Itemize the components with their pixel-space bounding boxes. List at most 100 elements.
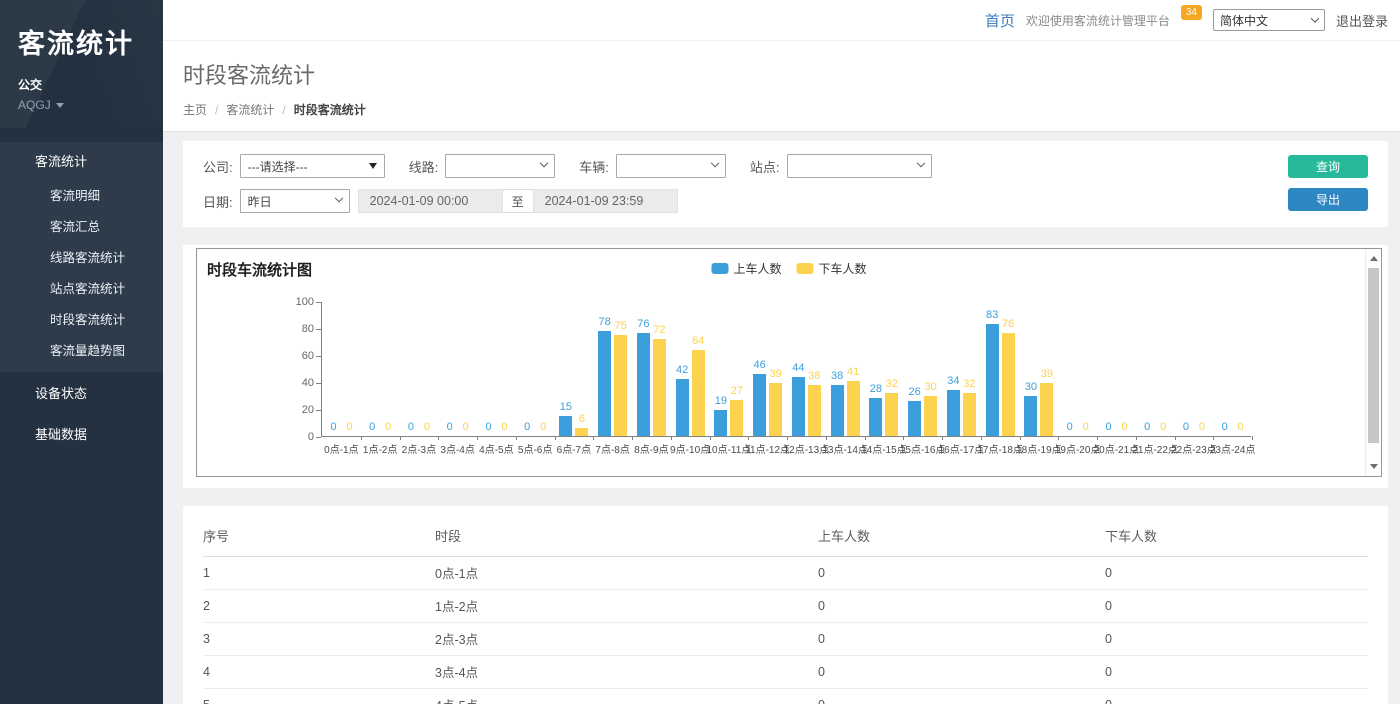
language-select[interactable]: 简体中文 — [1213, 9, 1325, 31]
caret-down-icon — [56, 103, 64, 108]
x-axis-tick — [477, 436, 478, 440]
y-axis-tick — [316, 410, 321, 411]
table-cell: 4 — [203, 656, 435, 689]
sidebar-subitem[interactable]: 站点客流统计 — [0, 272, 163, 303]
scroll-up-icon[interactable] — [1366, 251, 1381, 266]
bar-group: 000点-1点 — [322, 302, 361, 436]
scroll-down-icon[interactable] — [1366, 459, 1381, 474]
sidebar-subitem[interactable]: 客流汇总 — [0, 210, 163, 241]
sidebar-subitem[interactable]: 时段客流统计 — [0, 303, 163, 334]
vehicle-select[interactable] — [616, 154, 726, 178]
bar-group: 263015点-16点 — [903, 302, 942, 436]
line-select[interactable] — [445, 154, 555, 178]
home-link[interactable]: 首页 — [985, 10, 1015, 31]
bar-group: 001点-2点 — [361, 302, 400, 436]
bar-group: 004点-5点 — [477, 302, 516, 436]
x-axis-tick — [516, 436, 517, 440]
table-cell: 0 — [1105, 590, 1368, 623]
user-dropdown[interactable]: AQGJ — [18, 98, 145, 112]
vehicle-label: 车辆: — [579, 157, 609, 176]
table-cell: 0 — [818, 557, 1105, 590]
table-cell: 5 — [203, 689, 435, 704]
chart-vertical-scrollbar[interactable] — [1365, 249, 1381, 476]
table-cell: 3点-4点 — [435, 656, 818, 689]
filter-panel: 公司: ---请选择--- 线路: 车辆: — [183, 141, 1388, 227]
top-navbar: 首页 欢迎使用客流统计管理平台 34 简体中文 退出登录 — [163, 0, 1400, 41]
bar-value-label: 15 — [549, 401, 583, 413]
sidebar-section: 设备状态 — [0, 372, 163, 413]
bar-group: 0020点-21点 — [1097, 302, 1136, 436]
legend-item[interactable]: 下车人数 — [797, 260, 867, 277]
x-axis-tick — [903, 436, 904, 440]
sidebar-subitem[interactable]: 客流量趋势图 — [0, 334, 163, 365]
table-header-row: 序号时段上车人数下车人数 — [203, 516, 1368, 557]
x-axis-label: 7点-8点 — [595, 441, 629, 456]
triangle-down-icon — [369, 163, 377, 169]
table-column-header: 上车人数 — [818, 516, 1105, 557]
breadcrumb-section[interactable]: 客流统计 — [226, 101, 274, 118]
bar-group: 42649点-10点 — [671, 302, 710, 436]
date-label: 日期: — [203, 192, 233, 211]
sidebar-subitem[interactable]: 线路客流统计 — [0, 241, 163, 272]
scrollbar-thumb[interactable] — [1368, 268, 1379, 443]
bar-alighting — [808, 385, 821, 436]
date-preset-select[interactable]: 昨日 — [240, 189, 350, 213]
sidebar-section-item[interactable]: 设备状态 — [0, 372, 163, 413]
sidebar-section-item[interactable]: 客流统计 — [0, 142, 163, 179]
chevron-down-icon — [1311, 14, 1319, 22]
y-axis-label: 20 — [274, 404, 314, 416]
bar-boarding — [869, 398, 882, 436]
chart-legend: 上车人数 下车人数 — [711, 260, 866, 277]
table-cell: 0 — [1105, 623, 1368, 656]
x-axis-tick — [555, 436, 556, 440]
table-cell: 4点-5点 — [435, 689, 818, 704]
x-axis-tick — [1213, 436, 1214, 440]
legend-swatch — [797, 263, 814, 274]
table-body: 10点-1点0021点-2点0032点-3点0043点-4点0054点-5点00… — [203, 557, 1368, 704]
bar-alighting — [730, 400, 743, 436]
table-row: 32点-3点00 — [203, 623, 1368, 656]
bar-group: 0021点-22点 — [1136, 302, 1175, 436]
table-cell: 3 — [203, 623, 435, 656]
sidebar-subitem[interactable]: 客流明细 — [0, 179, 163, 210]
x-axis-tick — [632, 436, 633, 440]
welcome-text: 欢迎使用客流统计管理平台 — [1026, 12, 1170, 29]
bar-boarding — [792, 377, 805, 436]
date-end-input[interactable]: 2024-01-09 23:59 — [533, 189, 678, 213]
y-axis-tick — [316, 356, 321, 357]
x-axis-tick — [942, 436, 943, 440]
date-preset-value: 昨日 — [248, 193, 272, 210]
x-axis-label: 2点-3点 — [402, 441, 436, 456]
logout-link[interactable]: 退出登录 — [1336, 11, 1388, 30]
x-axis-tick — [981, 436, 982, 440]
breadcrumb-home[interactable]: 主页 — [183, 101, 207, 118]
x-axis-tick — [1136, 436, 1137, 440]
date-start-input[interactable]: 2024-01-09 00:00 — [358, 189, 503, 213]
x-axis-tick — [826, 436, 827, 440]
export-button[interactable]: 导出 — [1288, 188, 1368, 211]
legend-item[interactable]: 上车人数 — [711, 260, 781, 277]
legend-label: 上车人数 — [733, 260, 781, 277]
legend-label: 下车人数 — [819, 260, 867, 277]
sidebar-section-item[interactable]: 基础数据 — [0, 413, 163, 454]
x-axis-label: 6点-7点 — [557, 441, 591, 456]
sidebar: 客流统计 公交 AQGJ 客流统计客流明细客流汇总线路客流统计站点客流统计时段客… — [0, 0, 163, 704]
bar-boarding — [637, 333, 650, 436]
bar-boarding — [986, 324, 999, 436]
table-column-header: 下车人数 — [1105, 516, 1368, 557]
breadcrumb-current: 时段客流统计 — [294, 101, 366, 118]
bar-group: 837617点-18点 — [981, 302, 1020, 436]
page-header: 时段客流统计 主页 / 客流统计 / 时段客流统计 — [163, 41, 1400, 132]
company-select[interactable]: ---请选择--- — [240, 154, 385, 178]
table-cell: 0 — [818, 689, 1105, 704]
y-axis-label: 0 — [274, 431, 314, 443]
query-button[interactable]: 查询 — [1288, 155, 1368, 178]
sidebar-section: 客流统计客流明细客流汇总线路客流统计站点客流统计时段客流统计客流量趋势图 — [0, 142, 163, 372]
x-axis-tick — [787, 436, 788, 440]
station-select[interactable] — [787, 154, 932, 178]
bar-boarding — [831, 385, 844, 436]
x-axis-tick — [400, 436, 401, 440]
table-panel: 序号时段上车人数下车人数 10点-1点0021点-2点0032点-3点0043点… — [183, 506, 1388, 704]
table-cell: 2点-3点 — [435, 623, 818, 656]
y-axis-label: 60 — [274, 350, 314, 362]
